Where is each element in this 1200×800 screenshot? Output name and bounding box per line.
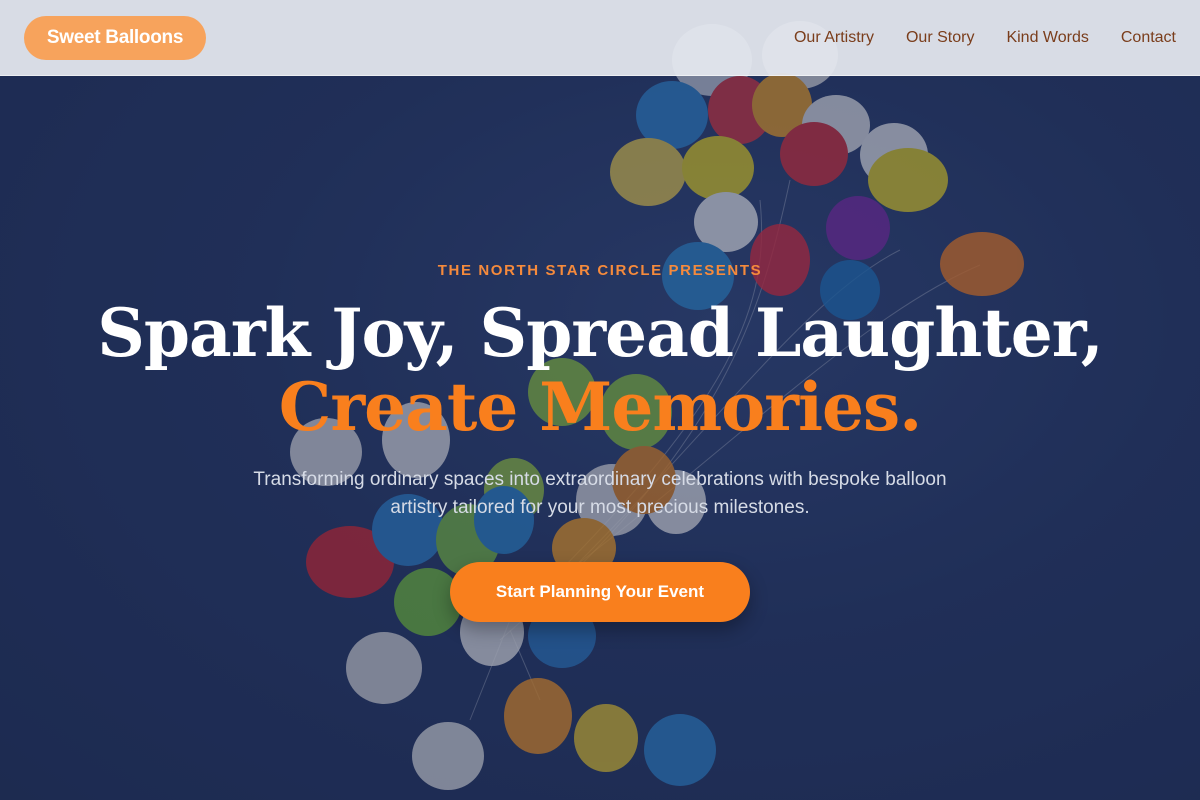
headline-line-1: Spark Joy, Spread Laughter,: [97, 294, 1103, 372]
site-header: Sweet Balloons Our Artistry Our Story Ki…: [0, 0, 1200, 76]
hero-subtitle: Transforming ordinary spaces into extrao…: [253, 469, 947, 518]
hero-eyebrow: THE NORTH STAR CIRCLE PRESENTS: [437, 262, 763, 279]
nav-link-our-artistry[interactable]: Our Artistry: [794, 29, 874, 47]
headline-line-2: Create Memories.: [278, 368, 922, 446]
start-planning-button[interactable]: Start Planning Your Event: [450, 562, 750, 622]
hero-headline: Spark Joy, Spread Laughter, Create Memor…: [0, 296, 1200, 444]
nav-link-kind-words[interactable]: Kind Words: [1006, 29, 1088, 47]
nav-link-contact[interactable]: Contact: [1121, 29, 1176, 47]
hero-content: THE NORTH STAR CIRCLE PRESENTS Spark Joy…: [0, 0, 1200, 800]
nav-link-our-story[interactable]: Our Story: [906, 29, 974, 47]
main-nav: Our Artistry Our Story Kind Words Contac…: [794, 0, 1176, 76]
logo-button[interactable]: Sweet Balloons: [24, 16, 206, 60]
